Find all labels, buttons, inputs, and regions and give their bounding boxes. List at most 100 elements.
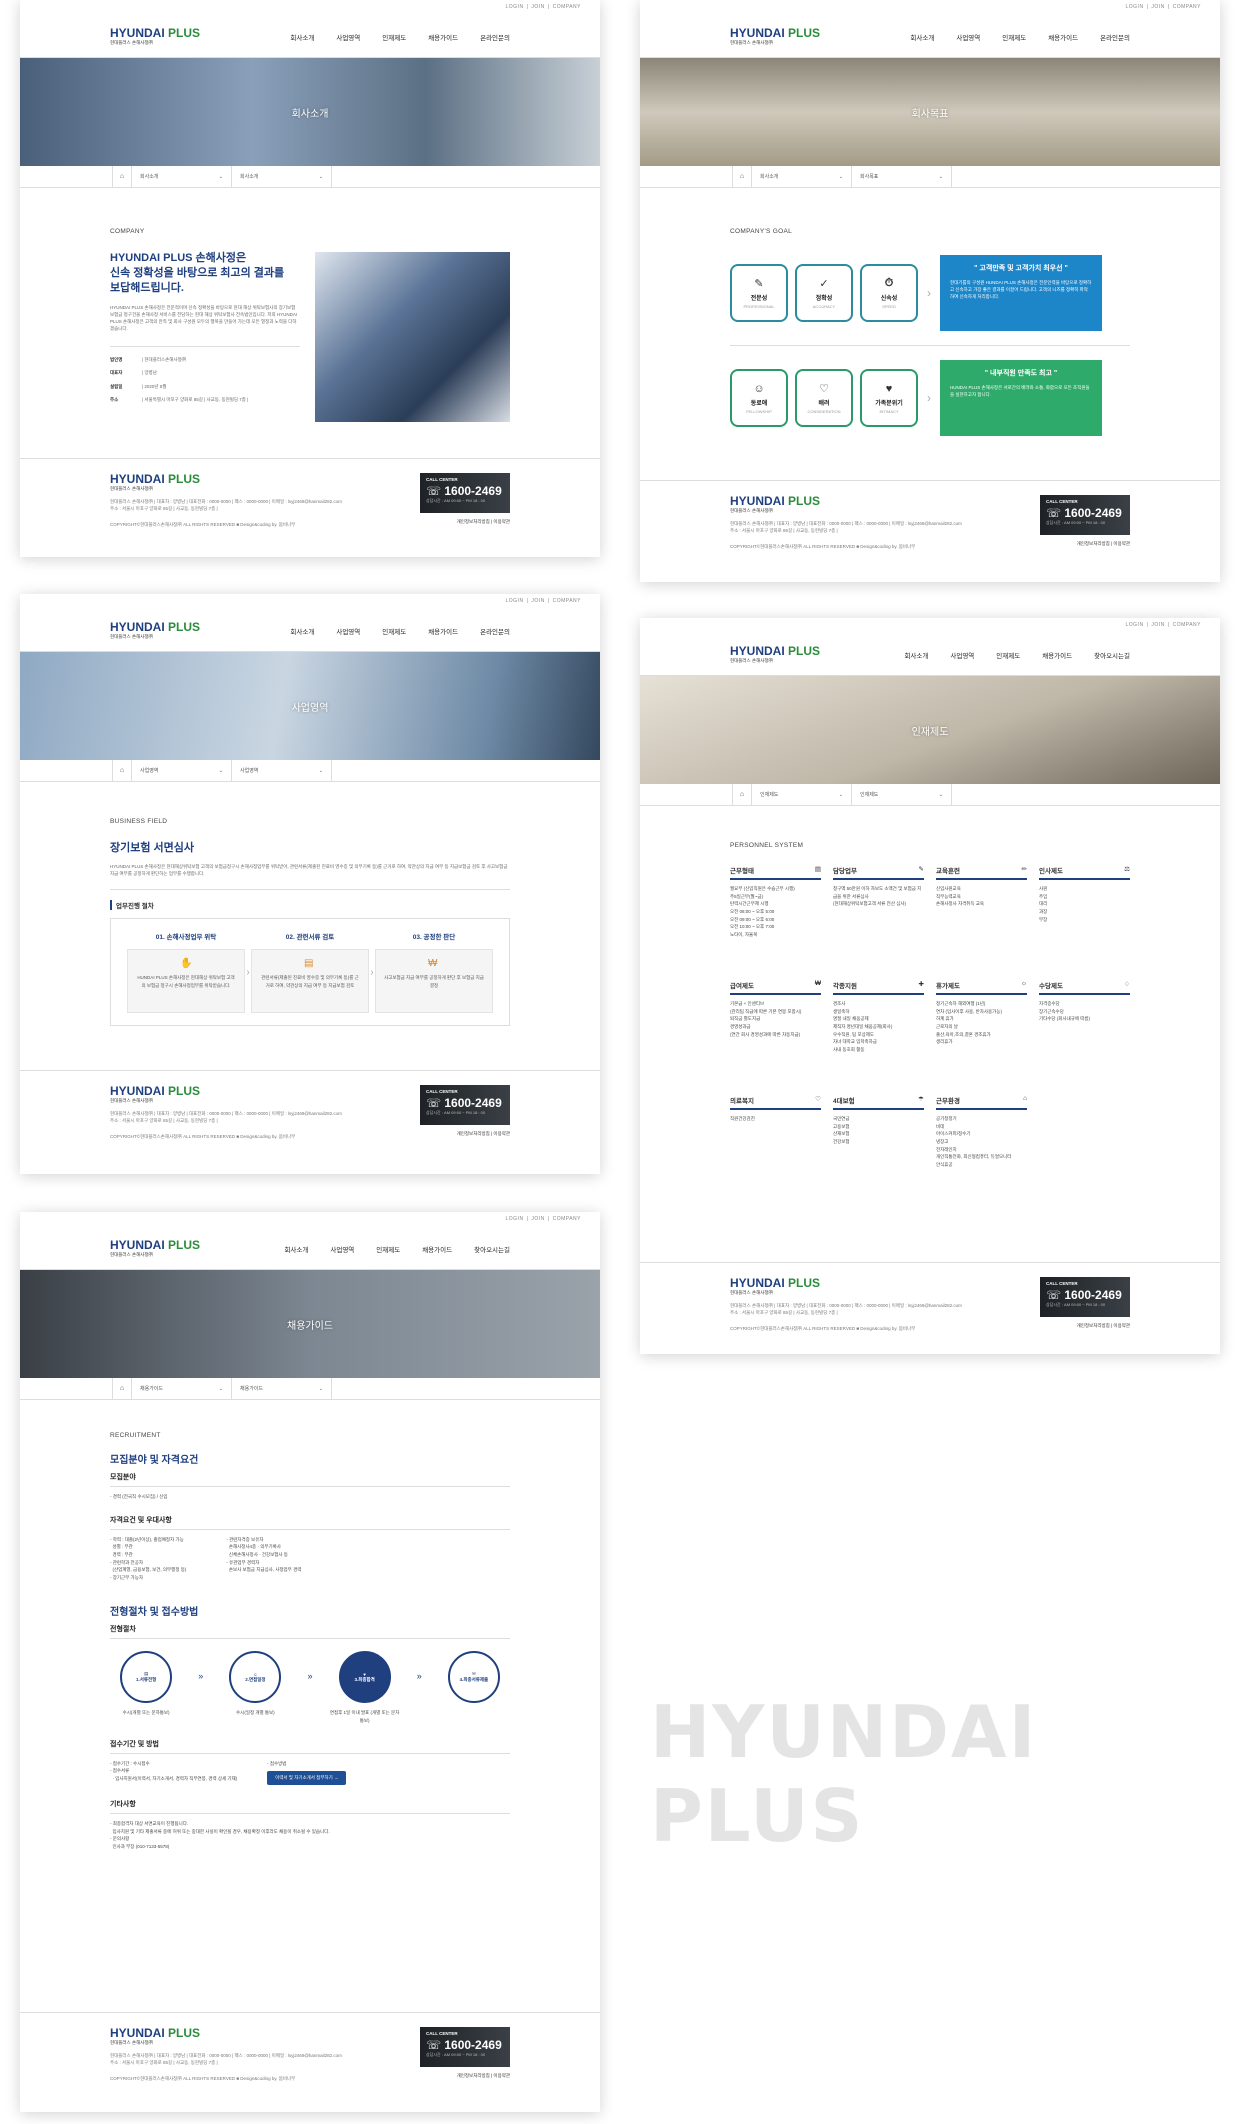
company-link[interactable]: COMPANY [553, 4, 581, 10]
menu-item[interactable]: 채용가이드 [428, 32, 458, 42]
category-icon: ♡ [815, 1096, 821, 1103]
footer-links[interactable]: 개인정보처리방침 | 이용약관 [457, 2073, 510, 2079]
list-item: 명절 내일 채움공제 [833, 1016, 869, 1022]
join-link[interactable]: JOIN [531, 1216, 544, 1222]
goal-accuracy: ✓ 정확성 ACCURACY [795, 264, 853, 322]
home-icon[interactable]: ⌂ [732, 783, 752, 806]
company-link[interactable]: COMPANY [1173, 4, 1201, 10]
menu-item[interactable]: 사업영역 [950, 650, 974, 660]
login-link[interactable]: LOGIN [506, 598, 524, 604]
menu-item[interactable]: 사업영역 [956, 32, 980, 42]
category-icon: ⌂ [1023, 1095, 1027, 1102]
list-item: 월요부 (신입직원은 수습근무 시행) [730, 886, 795, 891]
join-link[interactable]: JOIN [1151, 622, 1164, 628]
company-link[interactable]: COMPANY [553, 1216, 581, 1222]
login-link[interactable]: LOGIN [506, 4, 524, 10]
depth2-select[interactable]: 회사소개 ⌄ [232, 165, 332, 188]
join-link[interactable]: JOIN [1151, 4, 1164, 10]
fellowship-icon: ☺ [753, 382, 765, 395]
depth2-select[interactable]: 사업영역 ⌄ [232, 759, 332, 782]
category-title: 교육훈련 [936, 868, 960, 875]
depth1-select[interactable]: 인재제도 ⌄ [752, 783, 852, 806]
list-item: 전자레인지 [936, 1146, 957, 1152]
menu-item[interactable]: 온라인문의 [1100, 32, 1130, 42]
hero-title: 회사목표 [911, 108, 949, 120]
menu-item[interactable]: 인재제도 [1002, 32, 1026, 42]
personnel-category: 인사제도 ⚖ 사원 주임 대리 과장 부장 [1039, 865, 1130, 980]
depth1-select[interactable]: 채용가이드 ⌄ [132, 1377, 232, 1400]
logo[interactable]: HYUNDAI PLUS 현대플러스 손해사정㈜ [110, 27, 200, 46]
menu-item[interactable]: 인재제도 [382, 626, 406, 636]
menu-item[interactable]: 인재제도 [376, 1244, 400, 1254]
menu-item[interactable]: 회사소개 [290, 626, 314, 636]
goal-professional: ✎ 전문성 PROFESSIONAL [730, 264, 788, 322]
depth2-select[interactable]: 회사목표 ⌄ [852, 165, 952, 188]
menu-item[interactable]: 사업영역 [336, 32, 360, 42]
category-icon: ▤ [814, 866, 821, 873]
hero-banner: 사업영역 [20, 652, 600, 760]
menu-item[interactable]: 찾아오시는길 [1094, 650, 1130, 660]
chevron-right-icon: » [307, 1671, 313, 1682]
chevron-down-icon: ⌄ [218, 1385, 223, 1392]
home-icon[interactable]: ⌂ [112, 165, 132, 188]
footer-links[interactable]: 개인정보처리방침 | 이용약관 [1077, 1323, 1130, 1329]
depth1-select[interactable]: 회사소개 ⌄ [752, 165, 852, 188]
home-icon[interactable]: ⌂ [112, 759, 132, 782]
menu-item[interactable]: 사업영역 [336, 626, 360, 636]
menu-item[interactable]: 인재제도 [996, 650, 1020, 660]
hero-title: 채용가이드 [287, 1320, 333, 1332]
chevron-right-icon: › [927, 286, 931, 300]
login-link[interactable]: LOGIN [1126, 4, 1144, 10]
footer-links[interactable]: 개인정보처리방침 | 이용약관 [1077, 541, 1130, 547]
depth1-select[interactable]: 회사소개 ⌄ [132, 165, 232, 188]
menu-item[interactable]: 회사소개 [284, 1244, 308, 1254]
download-form-button[interactable]: 이력서 및 자기소개서 접부하기 → [267, 1771, 347, 1786]
menu-item[interactable]: 회사소개 [290, 32, 314, 42]
company-link[interactable]: COMPANY [1173, 622, 1201, 628]
logo[interactable]: HYUNDAI PLUS 현대플러스 손해사정㈜ [730, 645, 820, 664]
home-icon[interactable]: ⌂ [112, 1377, 132, 1400]
list-item: 직무능력교육 [936, 893, 961, 899]
hero-title: 회사소개 [291, 108, 329, 120]
section-eyebrow: PERSONNEL SYSTEM [730, 842, 804, 849]
section-eyebrow: COMPANY'S GOAL [730, 228, 793, 235]
list-item: 안식휴공 [936, 1161, 953, 1167]
depth1-select[interactable]: 사업영역 ⌄ [132, 759, 232, 782]
logo[interactable]: HYUNDAI PLUS 현대플러스 손해사정㈜ [110, 1239, 200, 1258]
hero-title: 인재제도 [911, 726, 949, 738]
hiring-step: ✉ 4.최종서류제출 [438, 1651, 510, 1704]
menu-item[interactable]: 채용가이드 [1048, 32, 1078, 42]
menu-item[interactable]: 온라인문의 [480, 32, 510, 42]
join-link[interactable]: JOIN [531, 598, 544, 604]
menu-item[interactable]: 인재제도 [382, 32, 406, 42]
logo[interactable]: HYUNDAI PLUS 현대플러스 손해사정㈜ [110, 621, 200, 640]
menu-item[interactable]: 회사소개 [904, 650, 928, 660]
intro-text: HYUNDAI PLUS 손해사정은 현대해상위탁보험 고객의 보험금청구시 손… [110, 863, 510, 891]
menu-item[interactable]: 찾아오시는길 [474, 1244, 510, 1254]
join-link[interactable]: JOIN [531, 4, 544, 10]
menu-item[interactable]: 온라인문의 [480, 626, 510, 636]
logo[interactable]: HYUNDAI PLUS 현대플러스 손해사정㈜ [730, 27, 820, 46]
chevron-down-icon: ⌄ [218, 767, 223, 774]
login-link[interactable]: LOGIN [506, 1216, 524, 1222]
list-item: 주임 [1039, 893, 1048, 899]
call-center: CALL CENTER ☏ 1600-2469 상담시간 : AM 09:00 ~ … [1040, 1277, 1130, 1317]
depth2-select[interactable]: 인재제도 ⌄ [852, 783, 952, 806]
page-recruit: LOGIN | JOIN | COMPANY HYUNDAI PLUS 현대플러스 손해사… [20, 1212, 600, 2112]
menu-item[interactable]: 사업영역 [330, 1244, 354, 1254]
menu-item[interactable]: 회사소개 [910, 32, 934, 42]
login-link[interactable]: LOGIN [1126, 622, 1144, 628]
footer-links[interactable]: 개인정보처리방침 | 이용약관 [457, 1131, 510, 1137]
personnel-category: 급여제도 ₩ 기본급 + 인센티브 (관리팀 직급에 따른 기본 연봉 포함시) 퇴직금… [730, 980, 821, 1095]
footer-links[interactable]: 개인정보처리방침 | 이용약관 [457, 519, 510, 525]
util-links: LOGIN | JOIN | COMPANY [505, 4, 581, 10]
menu-item[interactable]: 채용가이드 [422, 1244, 452, 1254]
menu-item[interactable]: 채용가이드 [1042, 650, 1072, 660]
company-link[interactable]: COMPANY [553, 598, 581, 604]
chevron-down-icon: ⌄ [318, 173, 323, 180]
footer-info: 현대플러스 손해사정㈜ | 대표자 : 양병남 | 대표전화 : 0000-00… [110, 2052, 342, 2081]
depth2-select[interactable]: 채용가이드 ⌄ [232, 1377, 332, 1400]
menu-item[interactable]: 채용가이드 [428, 626, 458, 636]
personnel-category: 각종지원 ✚ 경조사 생일축하 명절 내일 채움공제 제직자 명년대일 채움공제(회사) 우… [833, 980, 924, 1095]
home-icon[interactable]: ⌂ [732, 165, 752, 188]
